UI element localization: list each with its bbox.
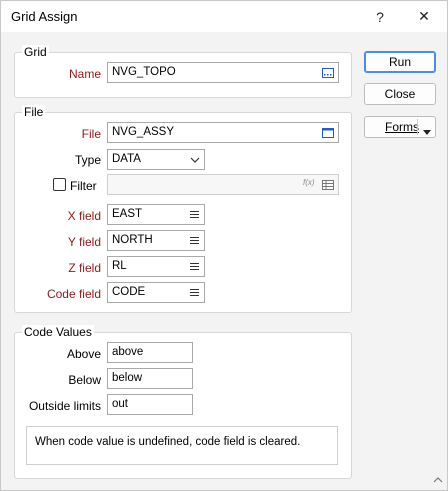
file-label: File	[81, 127, 101, 141]
grid-name-value: NVG_TOPO	[112, 66, 176, 78]
x-field-value: EAST	[112, 208, 143, 220]
filter-checkbox[interactable]	[53, 178, 66, 191]
file-group-label: File	[22, 105, 46, 119]
above-input[interactable]: above	[107, 342, 193, 363]
forms-button-label: Forms	[385, 120, 419, 134]
y-field-label: Y field	[67, 235, 101, 249]
close-button-label: Close	[384, 87, 416, 101]
above-value: above	[112, 346, 144, 358]
x-field-label: X field	[67, 209, 101, 223]
type-label: Type	[74, 153, 101, 167]
outside-limits-input[interactable]: out	[107, 394, 193, 415]
outside-limits-value: out	[112, 398, 128, 410]
run-button[interactable]: Run	[364, 51, 436, 73]
list-icon[interactable]	[187, 234, 201, 247]
list-icon[interactable]	[187, 208, 201, 221]
list-icon[interactable]	[187, 260, 201, 273]
caret-down-icon[interactable]	[423, 124, 431, 138]
file-input[interactable]: NVG_ASSY	[107, 122, 339, 143]
list-icon[interactable]	[187, 286, 201, 299]
window-title: Grid Assign	[11, 9, 78, 24]
below-input[interactable]: below	[107, 368, 193, 389]
info-note-text: When code value is undefined, code field…	[35, 436, 301, 448]
z-field-label: Z field	[68, 261, 101, 275]
close-button[interactable]: Close	[364, 83, 436, 105]
y-field-value: NORTH	[112, 234, 153, 246]
forms-button[interactable]: Forms	[364, 116, 436, 138]
resize-grip-icon[interactable]	[433, 472, 443, 486]
file-value: NVG_ASSY	[112, 126, 174, 138]
grid-assign-dialog: Grid Assign ? ✕ Grid Name NVG_TOPO File …	[0, 0, 448, 491]
function-icon[interactable]: f(x)	[303, 178, 315, 187]
grid-name-input[interactable]: NVG_TOPO	[107, 62, 339, 83]
title-bar: Grid Assign ? ✕	[1, 1, 447, 32]
code-field-label: Code field	[46, 287, 101, 301]
info-note: When code value is undefined, code field…	[26, 426, 338, 465]
below-value: below	[112, 372, 143, 384]
code-values-group-label: Code Values	[22, 325, 94, 339]
chevron-down-icon[interactable]	[188, 153, 202, 166]
name-label: Name	[68, 67, 101, 81]
browse-icon[interactable]	[321, 66, 335, 79]
file-browse-icon[interactable]	[321, 126, 335, 139]
z-field-value: RL	[112, 260, 127, 272]
close-icon: ✕	[418, 8, 430, 24]
forms-button-divider	[417, 119, 418, 135]
code-field-value: CODE	[112, 286, 146, 298]
help-button[interactable]: ?	[357, 1, 403, 32]
filter-label: Filter	[70, 179, 97, 193]
run-button-label: Run	[388, 55, 411, 69]
below-label: Below	[68, 373, 101, 387]
outside-limits-label: Outside limits	[28, 399, 101, 413]
close-window-button[interactable]: ✕	[401, 1, 447, 32]
help-icon: ?	[376, 8, 384, 25]
above-label: Above	[66, 347, 101, 361]
type-value: DATA	[112, 153, 141, 165]
filter-browse-icon[interactable]	[321, 178, 335, 191]
grid-group-label: Grid	[22, 45, 49, 59]
